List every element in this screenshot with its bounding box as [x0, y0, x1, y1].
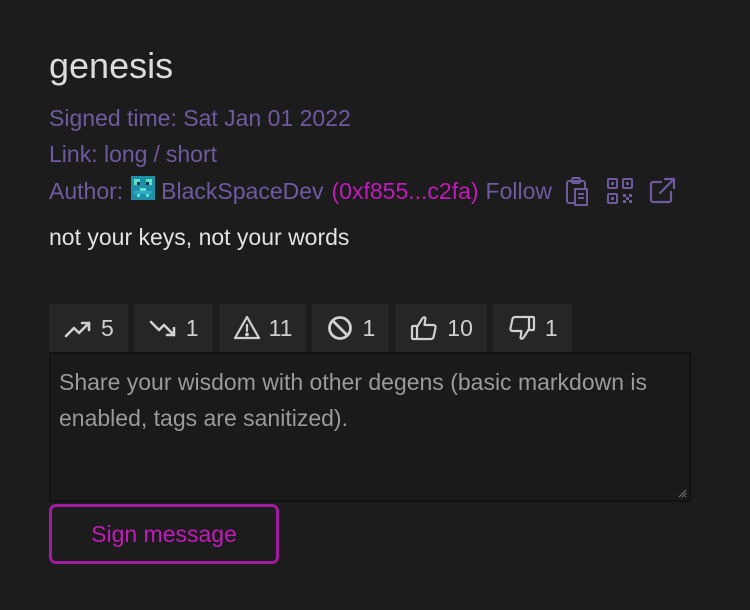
- short-link[interactable]: short: [166, 141, 217, 167]
- reaction-warning[interactable]: 11: [218, 304, 307, 352]
- author-avatar: [131, 176, 156, 200]
- signed-time-row: Signed time: Sat Jan 01 2022: [49, 103, 351, 133]
- trending-up-icon: [64, 321, 91, 338]
- reaction-count: 1: [544, 314, 558, 341]
- thumbs-up-icon: [411, 316, 437, 341]
- clipboard-icon[interactable]: [562, 175, 594, 207]
- reaction-trending-down[interactable]: 1: [133, 304, 213, 352]
- reaction-thumbs-up[interactable]: 10: [395, 304, 487, 352]
- long-link[interactable]: long: [104, 141, 147, 167]
- link-label: Link:: [49, 141, 98, 167]
- external-link-icon[interactable]: [646, 175, 678, 207]
- reaction-count: 5: [101, 314, 114, 341]
- post-page: genesis Signed time: Sat Jan 01 2022 Lin…: [0, 0, 750, 610]
- link-row: Link: long / short: [49, 139, 217, 169]
- ban-icon: [328, 316, 353, 340]
- signed-time-label: Signed time:: [49, 105, 177, 131]
- reactions-bar: 5 1 11 1 10 1: [49, 304, 572, 352]
- reaction-count: 10: [447, 314, 473, 341]
- reaction-count: 1: [185, 314, 199, 341]
- message-textarea[interactable]: Share your wisdom with other degens (bas…: [49, 352, 691, 502]
- sign-message-button[interactable]: Sign message: [49, 504, 279, 564]
- reaction-count: 11: [268, 314, 293, 341]
- message-placeholder: Share your wisdom with other degens (bas…: [59, 369, 648, 431]
- author-row: Author: BlackSpaceDev (0xf855...c2fa) Fo…: [49, 175, 678, 207]
- qr-code-icon[interactable]: [604, 175, 636, 207]
- reaction-thumbs-down[interactable]: 1: [492, 304, 572, 352]
- link-separator: /: [153, 141, 160, 167]
- author-label: Author:: [49, 178, 124, 204]
- follow-button[interactable]: Follow: [486, 176, 552, 206]
- reaction-count: 1: [362, 314, 376, 341]
- thumbs-down-icon: [509, 315, 535, 340]
- author-name-link[interactable]: BlackSpaceDev: [161, 176, 323, 206]
- warning-icon: [233, 315, 260, 340]
- resize-handle-icon[interactable]: [677, 488, 687, 498]
- signed-time-value: Sat Jan 01 2022: [183, 105, 351, 131]
- reaction-trending-up[interactable]: 5: [49, 304, 128, 352]
- author-address: (0xf855...c2fa): [331, 178, 479, 204]
- post-message: not your keys, not your words: [49, 224, 350, 250]
- post-title: genesis: [49, 45, 174, 86]
- reaction-ban[interactable]: 1: [312, 304, 390, 352]
- trending-down-icon: [149, 320, 176, 337]
